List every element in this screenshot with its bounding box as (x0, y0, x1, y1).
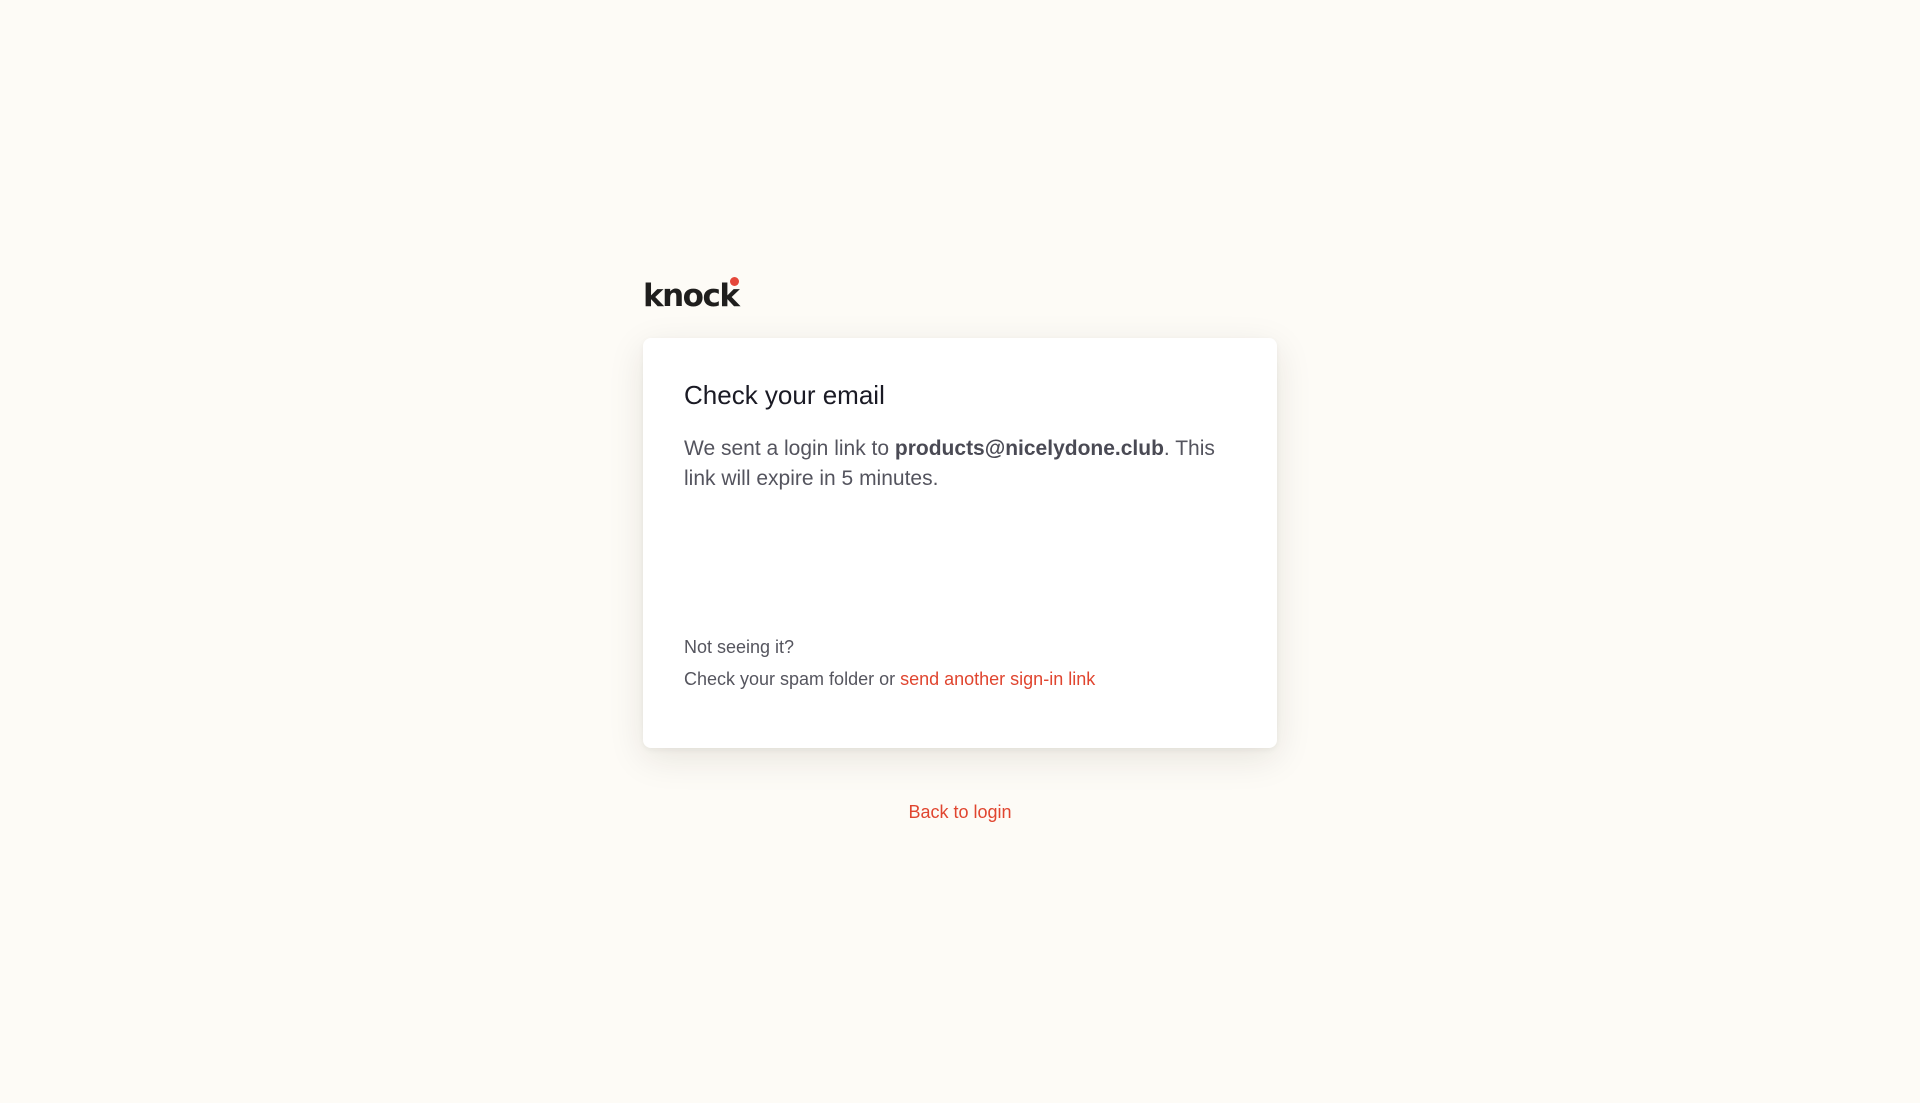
back-to-login-link[interactable]: Back to login (908, 802, 1011, 822)
message-prefix: We sent a login link to (684, 437, 895, 460)
logo-text: knock (643, 278, 740, 314)
send-another-link[interactable]: send another sign-in link (900, 669, 1095, 689)
check-email-card: Check your email We sent a login link to… (643, 338, 1277, 748)
email-address: products@nicelydone.club (894, 437, 1164, 460)
back-to-login-row: Back to login (0, 800, 1920, 824)
help-text: Check your spam folder or send another s… (684, 667, 1095, 691)
knock-logo: knock (643, 277, 740, 314)
help-prefix: Check your spam folder or (684, 669, 901, 689)
help-title: Not seeing it? (684, 637, 795, 657)
logo-wordmark: knock (643, 277, 740, 314)
card-title: Check your email (684, 380, 885, 410)
check-email-page: knock Check your email We sent a login l… (0, 0, 1920, 1103)
login-link-message: We sent a login link to products@nicelyd… (684, 434, 1236, 494)
